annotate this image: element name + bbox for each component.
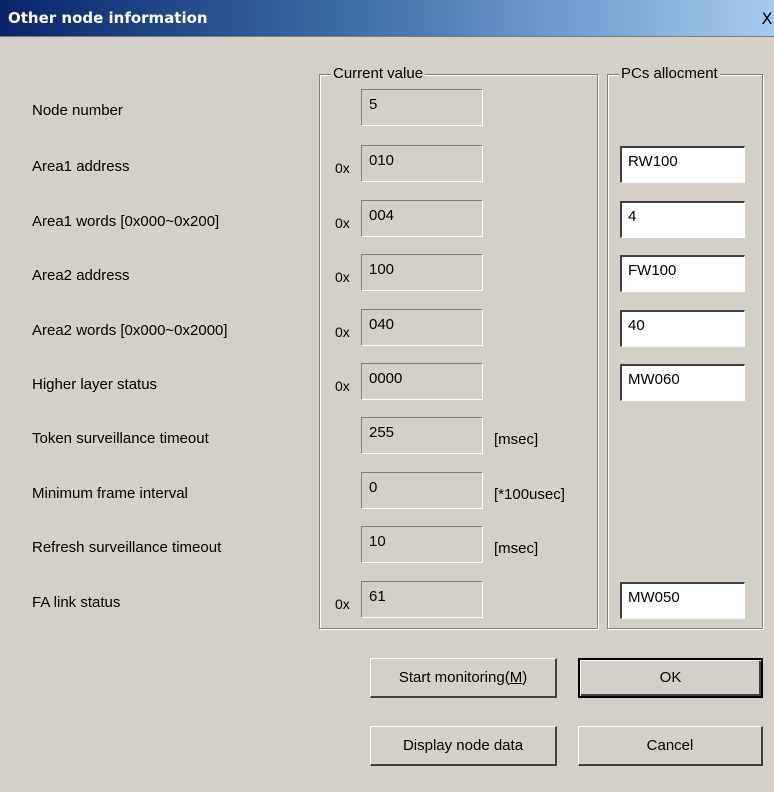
pcs-allocment-value: 40	[628, 317, 645, 334]
current-value-text: 61	[369, 588, 386, 605]
current-value-field: 5	[361, 89, 483, 126]
current-value-field: 10	[361, 526, 483, 563]
pcs-allocment-value: MW050	[628, 589, 680, 606]
hex-prefix: 0x	[335, 596, 350, 612]
current-value-field: 61	[361, 581, 483, 618]
dialog-window: Other node information X Current value P…	[0, 0, 774, 792]
current-value-field: 0000	[361, 363, 483, 400]
window-title: Other node information	[8, 9, 208, 27]
start-monitoring-mnemonic: M	[509, 669, 523, 686]
unit-label: [msec]	[494, 431, 539, 448]
row-label: Refresh surveillance timeout	[32, 539, 222, 556]
pcs-allocment-input[interactable]: RW100	[620, 146, 745, 183]
current-value-text: 10	[369, 533, 386, 550]
pcs-allocment-value: FW100	[628, 262, 677, 279]
row-label: Higher layer status	[32, 376, 158, 393]
pcs-allocment-value: RW100	[628, 153, 678, 170]
current-value-legend: Current value	[331, 65, 426, 83]
current-value-field: 100	[361, 254, 483, 291]
hex-prefix: 0x	[335, 378, 350, 394]
row-label: Area1 words [0x000~0x200]	[32, 213, 220, 230]
ok-button[interactable]: OK	[578, 658, 763, 698]
row-label: Node number	[32, 102, 123, 119]
current-value-field: 004	[361, 200, 483, 237]
current-value-field: 0	[361, 472, 483, 509]
row-label: Area2 words [0x000~0x2000]	[32, 322, 228, 339]
row-label: Minimum frame interval	[32, 485, 188, 502]
hex-prefix: 0x	[335, 215, 350, 231]
current-value-text: 0	[369, 479, 378, 496]
close-icon[interactable]: X	[758, 10, 774, 28]
start-monitoring-button[interactable]: Start monitoring(M)	[370, 658, 557, 698]
current-value-field: 255	[361, 417, 483, 454]
hex-prefix: 0x	[335, 160, 350, 176]
current-value-text: 004	[369, 207, 395, 224]
row-label: Area2 address	[32, 267, 130, 284]
display-node-data-button[interactable]: Display node data	[370, 726, 557, 766]
pcs-allocment-value: 4	[628, 208, 637, 225]
current-value-field: 040	[361, 309, 483, 346]
start-monitoring-label-prefix: Start monitoring(	[398, 669, 510, 686]
current-value-text: 5	[369, 96, 378, 113]
ok-label: OK	[659, 669, 682, 686]
pcs-allocment-value: MW060	[628, 371, 680, 388]
pcs-allocment-input[interactable]: 4	[620, 201, 745, 238]
hex-prefix: 0x	[335, 269, 350, 285]
pcs-allocment-input[interactable]: MW060	[620, 364, 745, 401]
pcs-allocment-input[interactable]: FW100	[620, 255, 745, 292]
current-value-text: 100	[369, 261, 395, 278]
current-value-text: 255	[369, 424, 395, 441]
pcs-allocment-input[interactable]: MW050	[620, 582, 745, 619]
unit-label: [msec]	[494, 540, 539, 557]
start-monitoring-label-suffix: )	[522, 669, 528, 686]
row-label: FA link status	[32, 594, 121, 611]
title-bar[interactable]: Other node information X	[0, 0, 774, 37]
pcs-allocment-input[interactable]: 40	[620, 310, 745, 347]
current-value-text: 040	[369, 316, 395, 333]
current-value-text: 0000	[369, 370, 403, 387]
cancel-label: Cancel	[646, 737, 694, 754]
hex-prefix: 0x	[335, 324, 350, 340]
current-value-field: 010	[361, 145, 483, 182]
row-label: Area1 address	[32, 158, 130, 175]
current-value-text: 010	[369, 152, 395, 169]
cancel-button[interactable]: Cancel	[578, 726, 763, 766]
pcs-allocment-legend: PCs allocment	[619, 65, 720, 83]
unit-label: [*100usec]	[494, 486, 565, 503]
display-node-data-label: Display node data	[402, 737, 524, 754]
row-label: Token surveillance timeout	[32, 430, 209, 447]
